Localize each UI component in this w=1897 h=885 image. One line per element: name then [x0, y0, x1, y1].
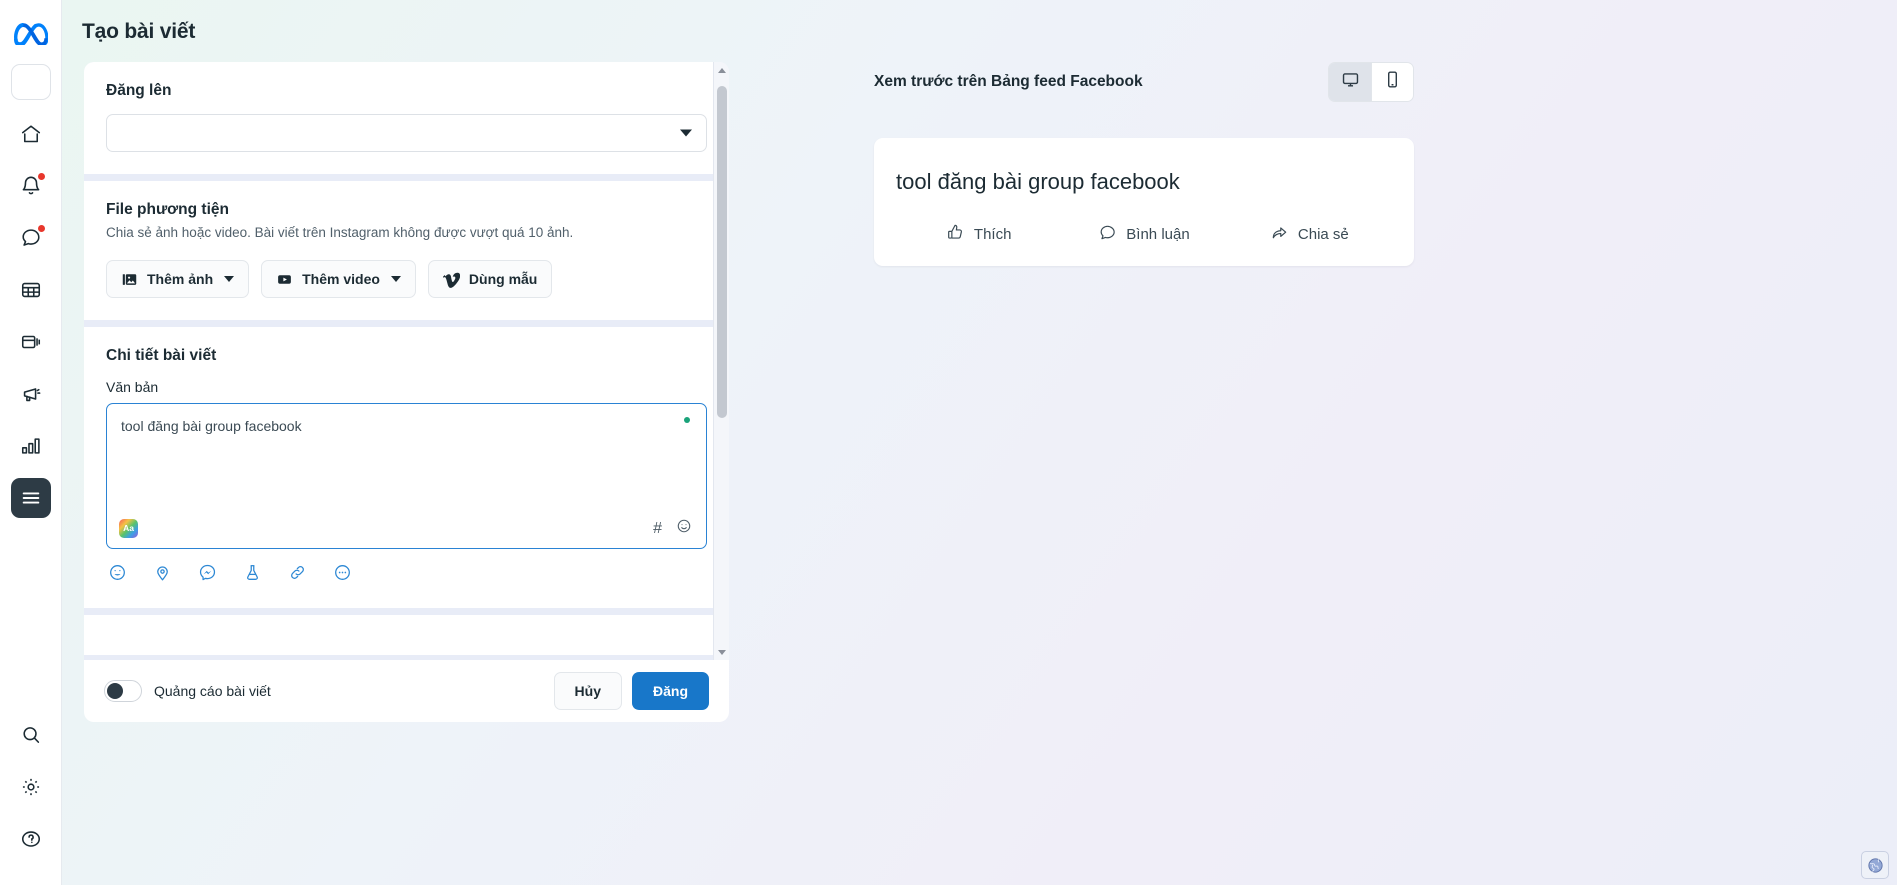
- sidebar-item-help[interactable]: [11, 819, 51, 859]
- sidebar-item-insights[interactable]: [11, 426, 51, 466]
- sidebar-item-home[interactable]: [11, 114, 51, 154]
- photo-icon: [121, 271, 138, 288]
- preview-title: Xem trước trên Bảng feed Facebook: [874, 73, 1143, 90]
- boost-post-label: Quảng cáo bài viết: [154, 683, 271, 699]
- share-arrow-icon: [1270, 223, 1289, 246]
- publish-to-title: Đăng lên: [106, 82, 172, 99]
- notifications-badge-dot: [37, 173, 45, 180]
- composer-panel: Đăng lên File phương tiện Chia sẻ ảnh ho…: [84, 62, 729, 722]
- post-details-card: Chi tiết bài viết Văn bản tool đăng bài …: [84, 327, 729, 609]
- aa-chip-label: Aa: [123, 523, 134, 534]
- use-template-label: Dùng mẫu: [468, 271, 538, 288]
- boost-post-toggle[interactable]: [104, 680, 142, 702]
- preview-post-text: tool đăng bài group facebook: [896, 169, 1180, 194]
- add-video-label: Thêm video: [302, 271, 380, 288]
- scroll-up-arrow-icon[interactable]: [714, 62, 729, 78]
- text-field-label: Văn bản: [106, 379, 159, 396]
- preview-comment-action[interactable]: Bình luận: [1061, 223, 1226, 246]
- media-subtitle: Chia sẻ ảnh hoặc video. Bài viết trên In…: [106, 225, 574, 240]
- post-details-title: Chi tiết bài viết: [106, 347, 217, 365]
- add-photo-label: Thêm ảnh: [147, 271, 214, 288]
- sidebar-item-planner[interactable]: [11, 270, 51, 310]
- page-title: Tạo bài viết: [82, 20, 196, 43]
- device-toggle-mobile[interactable]: [1371, 63, 1413, 101]
- emoji-icon[interactable]: [108, 563, 127, 582]
- sidebar-item-account-switcher[interactable]: [10, 64, 51, 100]
- chevron-down-icon: [224, 276, 235, 283]
- sidebar-item-messages[interactable]: [11, 218, 51, 258]
- monitor-icon: [1341, 70, 1360, 94]
- add-video-button[interactable]: Thêm video: [261, 260, 416, 299]
- link-icon[interactable]: [288, 563, 307, 582]
- post-text-inline-tools: #: [653, 518, 692, 539]
- publish-to-card: Đăng lên: [84, 62, 729, 174]
- composer-sections: Đăng lên File phương tiện Chia sẻ ảnh ho…: [84, 62, 729, 656]
- composer-tool-row: [106, 549, 707, 586]
- messenger-icon[interactable]: [198, 563, 217, 582]
- text-style-aa-button[interactable]: Aa: [119, 519, 138, 539]
- chevron-down-icon: [680, 129, 692, 137]
- sidebar-bottom-group: [11, 715, 51, 885]
- publish-button[interactable]: Đăng: [632, 672, 709, 710]
- hashtag-icon[interactable]: #: [653, 520, 662, 537]
- post-text-value: tool đăng bài group facebook: [121, 418, 302, 435]
- preview-actions-row: Thích Bình luận Chia sẻ: [896, 223, 1392, 246]
- scroll-down-arrow-icon[interactable]: [714, 644, 729, 660]
- messages-badge-dot: [37, 225, 45, 232]
- preview-share-action[interactable]: Chia sẻ: [1227, 223, 1392, 246]
- location-pin-icon[interactable]: [153, 563, 172, 582]
- sidebar-item-content[interactable]: [11, 322, 51, 362]
- device-toggle-group: [1328, 62, 1414, 102]
- publish-to-select[interactable]: [106, 114, 707, 152]
- meta-logo[interactable]: [9, 12, 53, 56]
- preview-panel: Xem trước trên Bảng feed Facebook tool đ…: [874, 62, 1414, 266]
- media-buttons-row: Thêm ảnh Thêm video Dùng mẫu: [106, 260, 707, 299]
- sidebar-item-search[interactable]: [11, 715, 51, 755]
- left-sidebar: [0, 0, 62, 885]
- device-toggle-desktop[interactable]: [1329, 63, 1371, 101]
- scrollbar-thumb[interactable]: [717, 86, 727, 418]
- add-photo-button[interactable]: Thêm ảnh: [106, 260, 250, 299]
- video-play-icon: [276, 271, 293, 288]
- media-title: File phương tiện: [106, 201, 229, 218]
- preview-header: Xem trước trên Bảng feed Facebook: [874, 62, 1414, 102]
- comment-bubble-icon: [1098, 223, 1117, 246]
- post-text-input[interactable]: tool đăng bài group facebook Aa #: [106, 403, 707, 550]
- globe-icon[interactable]: [1861, 851, 1889, 879]
- composer-scroll-area: Đăng lên File phương tiện Chia sẻ ảnh ho…: [84, 62, 729, 660]
- post-text-footer: Aa #: [119, 518, 692, 539]
- thumbs-up-icon: [946, 223, 965, 246]
- composer-footer-bar: Quảng cáo bài viết Hủy Đăng: [84, 660, 729, 722]
- preview-comment-label: Bình luận: [1126, 225, 1190, 243]
- phone-icon: [1383, 70, 1402, 94]
- cancel-button[interactable]: Hủy: [553, 672, 622, 710]
- more-ellipsis-icon[interactable]: [333, 563, 352, 582]
- app-root: Tạo bài viết Đăng lên File phương tiện C…: [0, 0, 1897, 885]
- facebook-preview-card: tool đăng bài group facebook Thích Bình …: [874, 138, 1414, 266]
- emoji-icon[interactable]: [676, 518, 692, 539]
- composer-tail-card: [84, 615, 729, 656]
- preview-share-label: Chia sẻ: [1297, 225, 1349, 243]
- sidebar-item-settings[interactable]: [11, 767, 51, 807]
- toggle-knob: [107, 683, 123, 699]
- page-content: Tạo bài viết Đăng lên File phương tiện C…: [62, 0, 1897, 885]
- preview-like-label: Thích: [973, 225, 1012, 243]
- use-template-button[interactable]: Dùng mẫu: [427, 260, 553, 299]
- flask-icon[interactable]: [243, 563, 262, 582]
- sidebar-item-menu[interactable]: [10, 478, 51, 518]
- vimeo-v-icon: [442, 271, 460, 288]
- chevron-down-icon: [390, 276, 401, 283]
- sidebar-item-ads[interactable]: [11, 374, 51, 414]
- sidebar-item-notifications[interactable]: [11, 166, 51, 206]
- composer-scrollbar[interactable]: [713, 62, 729, 660]
- preview-like-action[interactable]: Thích: [896, 223, 1061, 246]
- media-card: File phương tiện Chia sẻ ảnh hoặc video.…: [84, 181, 729, 321]
